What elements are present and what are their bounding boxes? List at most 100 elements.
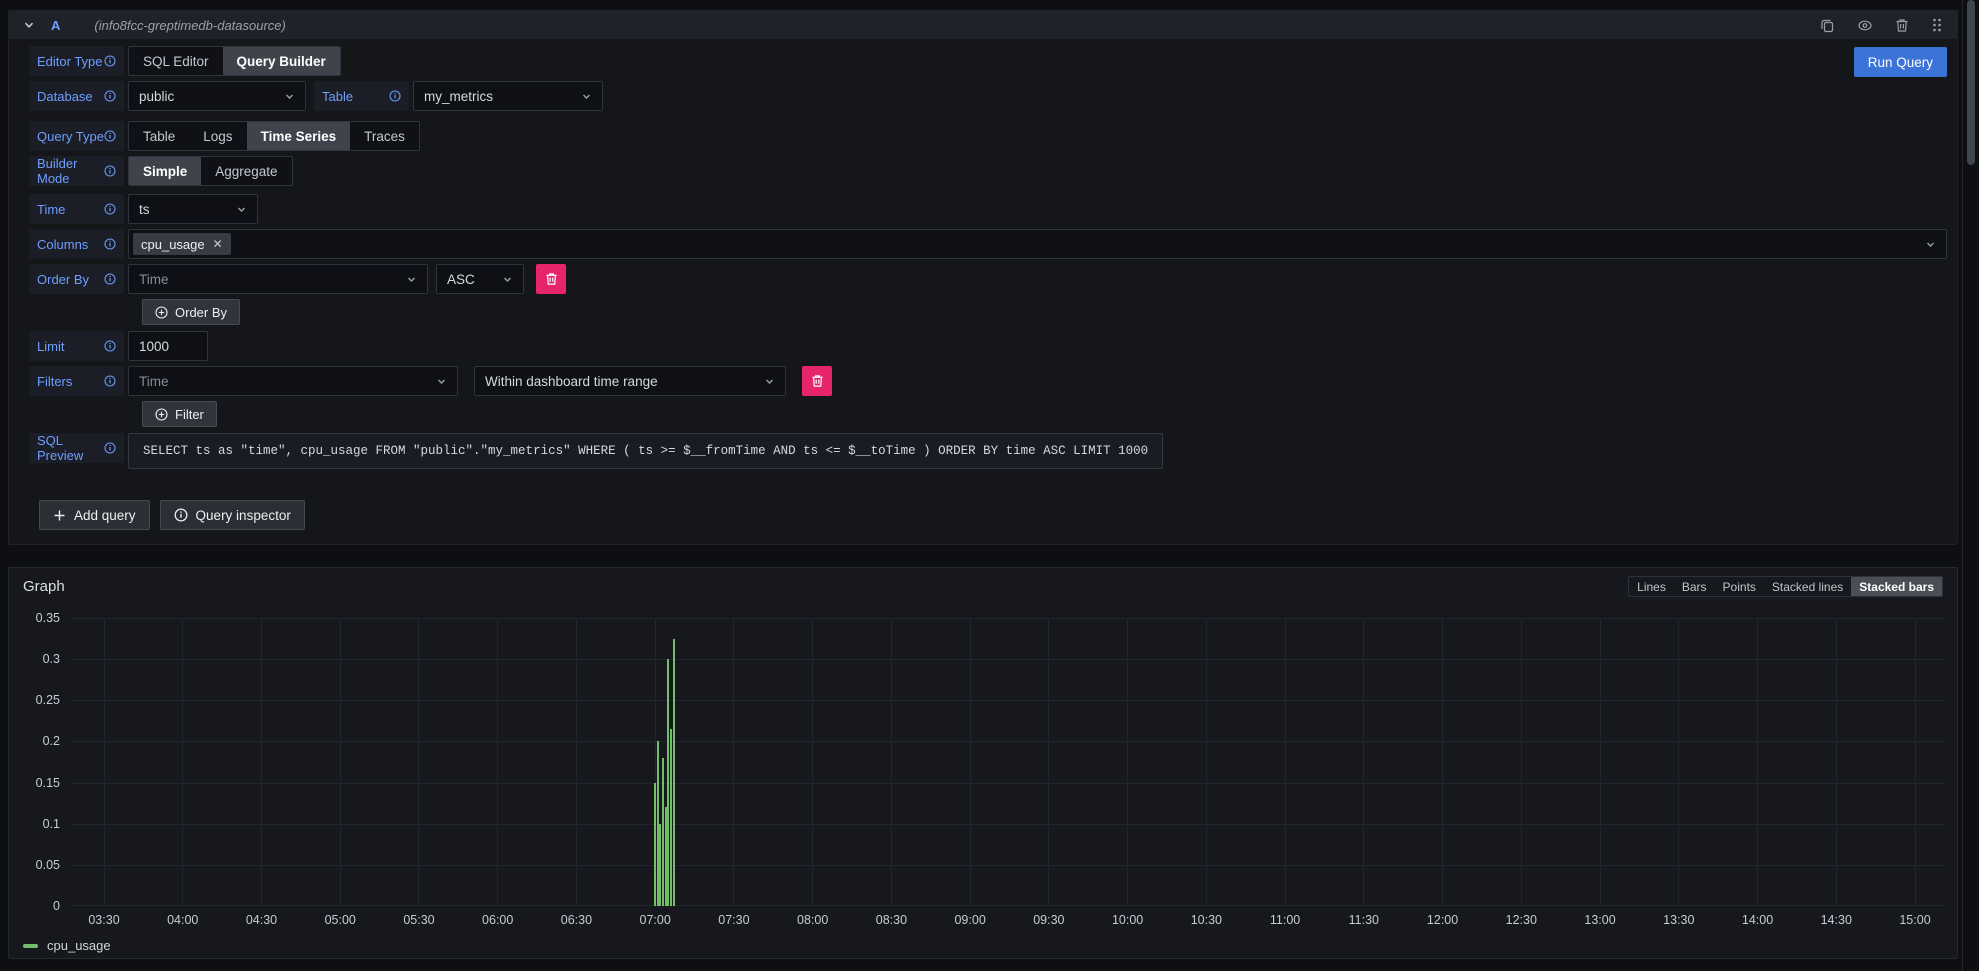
- info-circle-icon: [174, 508, 188, 522]
- remove-column-icon[interactable]: ✕: [213, 238, 223, 250]
- info-icon[interactable]: [104, 130, 116, 142]
- filter-condition-select[interactable]: Within dashboard time range: [474, 366, 786, 396]
- order-by-label: Order By: [29, 264, 124, 294]
- x-gridline: [1048, 618, 1049, 906]
- chart-plot-area: 00.050.10.150.20.250.30.35: [70, 618, 1945, 906]
- remove-order-by-button[interactable]: [536, 264, 566, 294]
- x-axis-tick-label: 09:30: [1033, 913, 1064, 927]
- builder-mode-toggle: SimpleAggregate: [128, 156, 293, 186]
- x-axis-tick-label: 11:00: [1270, 913, 1300, 927]
- table-select[interactable]: my_metrics: [413, 81, 603, 111]
- info-icon[interactable]: [104, 442, 116, 454]
- duplicate-query-icon[interactable]: [1820, 18, 1835, 33]
- add-order-by-button[interactable]: Order By: [142, 299, 240, 325]
- plus-circle-icon: [155, 408, 168, 421]
- y-axis-tick-label: 0.1: [10, 816, 60, 832]
- editor-type-label: Editor Type: [29, 46, 124, 76]
- query-type-label: Query Type: [29, 121, 124, 151]
- chevron-down-icon: [502, 274, 513, 285]
- graph-mode-option-lines[interactable]: Lines: [1629, 577, 1674, 596]
- x-gridline: [104, 618, 105, 906]
- x-axis-tick-label: 04:30: [246, 913, 277, 927]
- x-gridline: [891, 618, 892, 906]
- graph-mode-option-stacked-bars[interactable]: Stacked bars: [1851, 577, 1942, 596]
- query-ref-id: A: [51, 18, 60, 33]
- info-icon[interactable]: [104, 203, 116, 215]
- y-axis-tick-label: 0.2: [10, 733, 60, 749]
- column-chip-cpu-usage[interactable]: cpu_usage ✕: [133, 233, 231, 255]
- x-axis-tick-label: 03:30: [88, 913, 119, 927]
- trash-icon[interactable]: [1895, 18, 1909, 33]
- collapse-chevron-icon[interactable]: [23, 19, 35, 31]
- editor-type-toggle-option-query-builder[interactable]: Query Builder: [223, 47, 340, 75]
- drag-handle-icon[interactable]: [1931, 17, 1943, 33]
- info-icon[interactable]: [104, 55, 116, 67]
- limit-input[interactable]: [128, 331, 208, 361]
- run-query-button[interactable]: Run Query: [1854, 47, 1947, 77]
- columns-label: Columns: [29, 229, 124, 259]
- plus-circle-icon: [155, 306, 168, 319]
- info-icon[interactable]: [389, 90, 401, 102]
- editor-type-toggle-option-sql-editor[interactable]: SQL Editor: [129, 47, 223, 75]
- y-gridline: [70, 865, 1945, 866]
- time-column-select[interactable]: ts: [128, 194, 258, 224]
- limit-label: Limit: [29, 331, 124, 361]
- y-gridline: [70, 700, 1945, 701]
- query-type-toggle-option-time-series[interactable]: Time Series: [247, 122, 351, 150]
- info-icon[interactable]: [104, 340, 116, 352]
- eye-icon[interactable]: [1857, 18, 1873, 33]
- order-direction-select[interactable]: ASC: [436, 264, 524, 294]
- filter-field-select[interactable]: Time: [128, 366, 458, 396]
- order-by-field-select[interactable]: Time: [128, 264, 428, 294]
- x-axis-tick-label: 15:00: [1899, 913, 1930, 927]
- info-icon[interactable]: [104, 238, 116, 250]
- x-gridline: [1127, 618, 1128, 906]
- sql-preview-text: SELECT ts as "time", cpu_usage FROM "pub…: [128, 433, 1163, 469]
- sql-preview-label: SQL Preview: [29, 433, 124, 463]
- table-label: Table: [314, 81, 409, 111]
- graph-mode-option-points[interactable]: Points: [1715, 577, 1764, 596]
- query-type-toggle-option-logs[interactable]: Logs: [189, 122, 246, 150]
- info-icon[interactable]: [104, 90, 116, 102]
- graph-mode-option-stacked-lines[interactable]: Stacked lines: [1764, 577, 1851, 596]
- x-axis-tick-label: 10:30: [1191, 913, 1222, 927]
- add-query-button[interactable]: Add query: [39, 500, 150, 530]
- query-header[interactable]: A (info8fcc-greptimedb-datasource): [9, 11, 1957, 39]
- y-axis-tick-label: 0.15: [10, 775, 60, 791]
- filters-label: Filters: [29, 366, 124, 396]
- builder-mode-toggle-option-aggregate[interactable]: Aggregate: [201, 157, 291, 185]
- query-type-toggle-option-traces[interactable]: Traces: [350, 122, 419, 150]
- x-axis-tick-label: 06:00: [482, 913, 513, 927]
- x-axis-tick-label: 13:00: [1584, 913, 1615, 927]
- x-axis-tick-label: 04:00: [167, 913, 198, 927]
- x-gridline: [1363, 618, 1364, 906]
- info-icon[interactable]: [104, 273, 116, 285]
- graph-mode-option-bars[interactable]: Bars: [1674, 577, 1715, 596]
- legend-item-cpu-usage[interactable]: cpu_usage: [23, 938, 111, 953]
- chevron-down-icon: [236, 204, 247, 215]
- info-icon[interactable]: [104, 375, 116, 387]
- database-select[interactable]: public: [128, 81, 306, 111]
- info-icon[interactable]: [104, 165, 116, 177]
- add-filter-button[interactable]: Filter: [142, 401, 217, 427]
- y-gridline: [70, 659, 1945, 660]
- chevron-down-icon: [1925, 239, 1936, 250]
- y-gridline: [70, 783, 1945, 784]
- x-axis-tick-label: 14:00: [1742, 913, 1773, 927]
- legend-label: cpu_usage: [47, 938, 111, 953]
- x-gridline: [497, 618, 498, 906]
- query-type-toggle-option-table[interactable]: Table: [129, 122, 189, 150]
- x-gridline: [261, 618, 262, 906]
- query-inspector-button[interactable]: Query inspector: [160, 500, 305, 530]
- x-gridline: [182, 618, 183, 906]
- columns-multiselect[interactable]: cpu_usage ✕: [128, 229, 1947, 259]
- y-axis-tick-label: 0.3: [10, 651, 60, 667]
- x-axis-tick-label: 13:30: [1663, 913, 1694, 927]
- y-gridline: [70, 618, 1945, 619]
- query-type-toggle: TableLogsTime SeriesTraces: [128, 121, 420, 151]
- query-editor-card: A (info8fcc-greptimedb-datasource) Run Q…: [8, 10, 1958, 545]
- builder-mode-toggle-option-simple[interactable]: Simple: [129, 157, 201, 185]
- bar-cpu_usage: [673, 639, 675, 906]
- scrollbar-thumb[interactable]: [1967, 0, 1975, 165]
- remove-filter-button[interactable]: [802, 366, 832, 396]
